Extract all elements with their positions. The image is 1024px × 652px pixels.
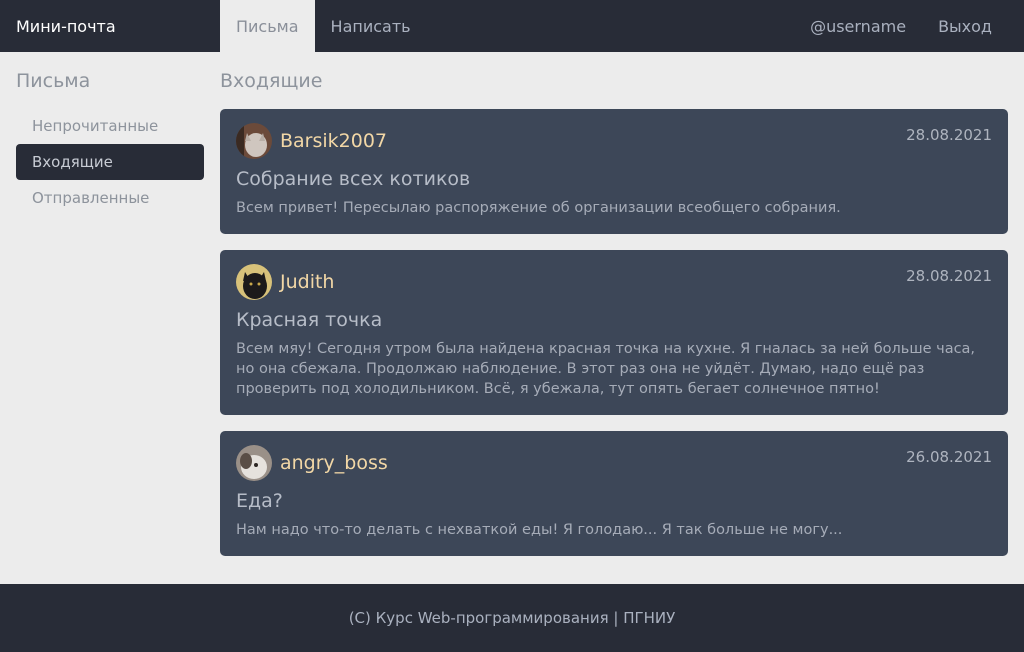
- message-sender: Barsik2007: [280, 130, 388, 152]
- message-card[interactable]: Barsik2007 28.08.2021 Собрание всех коти…: [220, 109, 1008, 234]
- message-sender: Judith: [280, 271, 335, 293]
- message-sender: angry_boss: [280, 452, 388, 474]
- page-title: Входящие: [220, 70, 323, 92]
- message-header: Barsik2007: [236, 123, 992, 159]
- sidebar-title: Письма: [16, 70, 91, 92]
- nav-letters[interactable]: Письма: [220, 0, 315, 52]
- nav-logout[interactable]: Выход: [922, 0, 1024, 52]
- message-card[interactable]: Judith 28.08.2021 Красная точка Всем мяу…: [220, 250, 1008, 415]
- message-preview: Всем мяу! Сегодня утром была найдена кра…: [236, 341, 976, 397]
- nav-compose[interactable]: Написать: [315, 0, 427, 52]
- avatar: [236, 445, 272, 481]
- main-content: Входящие Barsik2007 28.08.2021 Собрание …: [220, 68, 1008, 572]
- sidebar: Письма Непрочитанные Входящие Отправленн…: [16, 68, 204, 216]
- sidebar-item-inbox[interactable]: Входящие: [16, 144, 204, 180]
- message-header: Judith: [236, 264, 992, 300]
- nav-username[interactable]: @username: [794, 0, 922, 52]
- sidebar-item-sent[interactable]: Отправленные: [16, 180, 204, 216]
- message-date: 26.08.2021: [906, 448, 992, 466]
- avatar: [236, 264, 272, 300]
- message-subject: Еда?: [236, 490, 283, 512]
- top-navbar: Мини-почта Письма Написать @username Вых…: [0, 0, 1024, 52]
- message-preview: Всем привет! Пересылаю распоряжение об о…: [236, 200, 841, 216]
- footer: (C) Курс Web-программирования | ПГНИУ: [0, 584, 1024, 652]
- message-card[interactable]: angry_boss 26.08.2021 Еда? Нам надо что-…: [220, 431, 1008, 556]
- message-date: 28.08.2021: [906, 126, 992, 144]
- message-date: 28.08.2021: [906, 267, 992, 285]
- brand-logo[interactable]: Мини-почта: [0, 0, 220, 52]
- sidebar-item-unread[interactable]: Непрочитанные: [16, 108, 204, 144]
- avatar: [236, 123, 272, 159]
- message-subject: Красная точка: [236, 309, 383, 331]
- message-subject: Собрание всех котиков: [236, 168, 471, 190]
- message-header: angry_boss: [236, 445, 992, 481]
- message-preview: Нам надо что-то делать с нехваткой еды! …: [236, 522, 843, 538]
- footer-text: (C) Курс Web-программирования | ПГНИУ: [348, 609, 676, 627]
